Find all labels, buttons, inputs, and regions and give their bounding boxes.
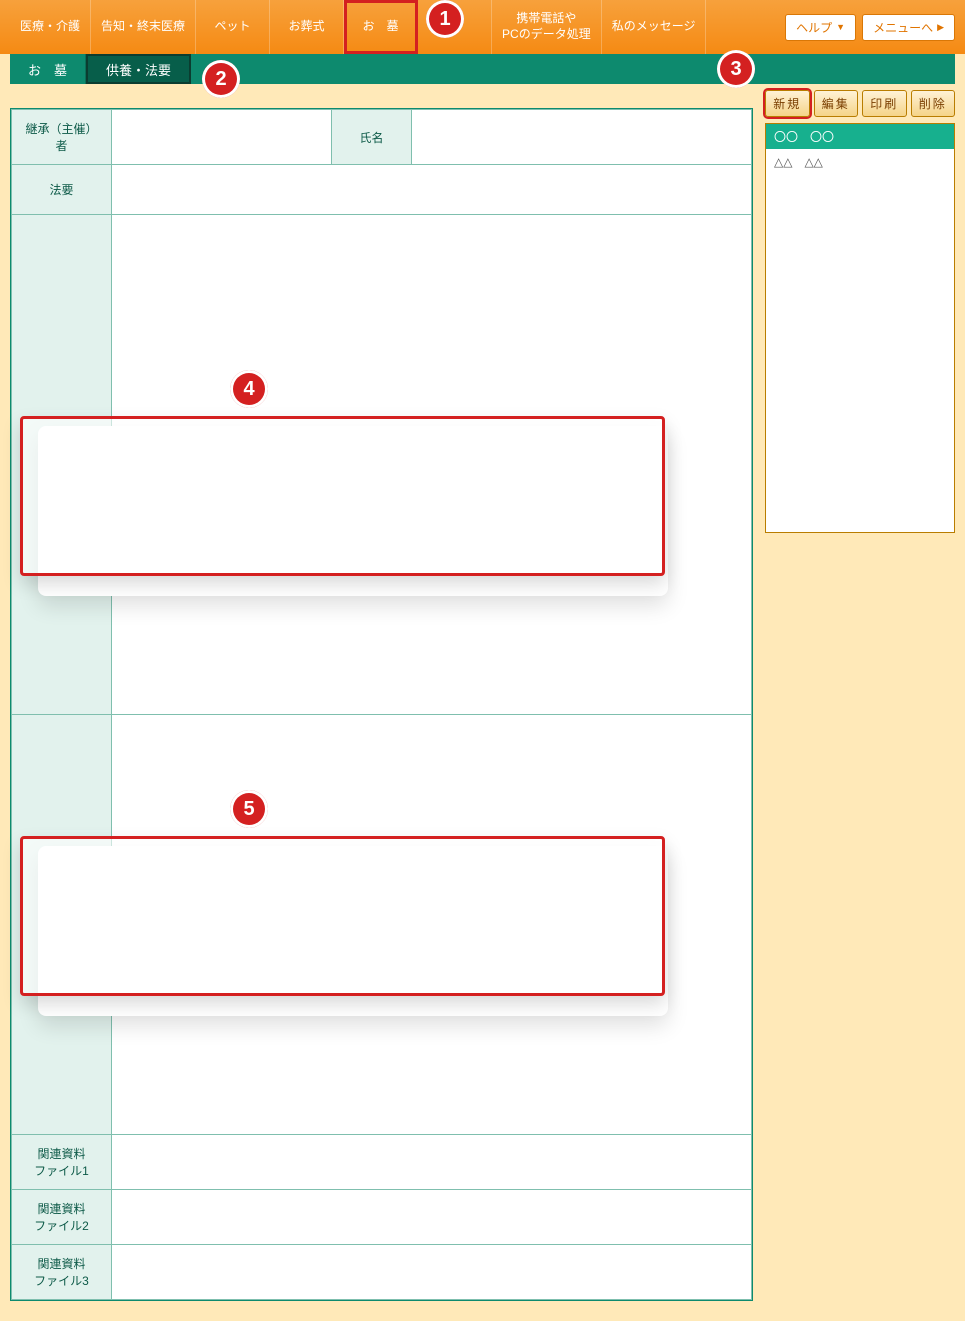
value-file3[interactable]	[112, 1245, 752, 1300]
nav-pet[interactable]: ペット	[196, 0, 270, 54]
annotation-badge-5: 5	[230, 790, 268, 828]
annotation-badge-4: 4	[230, 370, 268, 408]
print-button[interactable]: 印刷	[862, 90, 907, 117]
edit-button[interactable]: 編集	[814, 90, 859, 117]
label-ritual: 法要	[12, 165, 112, 215]
sub-tab-row: お 墓 供養・法要 2 3	[10, 54, 955, 84]
value-successor[interactable]	[112, 110, 332, 165]
help-button[interactable]: ヘルプ	[785, 14, 856, 41]
label-successor: 継承（主催）者	[12, 110, 112, 165]
annotation-badge-3: 3	[717, 50, 755, 88]
value-name[interactable]	[412, 110, 752, 165]
annotation-badge-2: 2	[202, 60, 240, 98]
label-file3: 関連資料 ファイル3	[12, 1245, 112, 1300]
nav-phone-pc-data[interactable]: 携帯電話や PCのデータ処理	[492, 0, 602, 54]
value-ritual[interactable]	[112, 165, 752, 215]
nav-my-message[interactable]: 私のメッセージ	[602, 0, 707, 54]
label-file2: 関連資料 ファイル2	[12, 1190, 112, 1245]
menu-button[interactable]: メニューへ	[862, 14, 955, 41]
value-file2[interactable]	[112, 1190, 752, 1245]
label-file1: 関連資料 ファイル1	[12, 1135, 112, 1190]
value-file1[interactable]	[112, 1135, 752, 1190]
memo-input-highlight[interactable]	[20, 836, 665, 996]
nav-funeral[interactable]: お葬式	[270, 0, 344, 54]
top-navbar: 医療・介護 告知・終末医療 ペット お葬式 お 墓 携帯電話や PCのデータ処理…	[0, 0, 965, 54]
memorial-form-table: 継承（主催）者 氏名 法要 内容 メモ	[11, 109, 752, 1300]
tab-grave[interactable]: お 墓	[10, 54, 86, 84]
list-row-1[interactable]: △△ △△	[766, 149, 954, 174]
delete-button[interactable]: 削除	[911, 90, 956, 117]
new-button[interactable]: 新規	[765, 90, 810, 117]
annotation-badge-1: 1	[426, 0, 464, 38]
nav-grave[interactable]: お 墓	[344, 0, 418, 54]
content-input-highlight[interactable]	[20, 416, 665, 576]
record-action-bar: 新規 編集 印刷 削除	[765, 90, 955, 117]
nav-end-of-life[interactable]: 告知・終末医療	[91, 0, 196, 54]
list-header[interactable]: 〇〇 〇〇	[766, 124, 954, 149]
tab-memorial[interactable]: 供養・法要	[86, 54, 191, 84]
record-listbox[interactable]: 〇〇 〇〇 △△ △△	[765, 123, 955, 533]
nav-medical-care[interactable]: 医療・介護	[10, 0, 91, 54]
label-name: 氏名	[332, 110, 412, 165]
